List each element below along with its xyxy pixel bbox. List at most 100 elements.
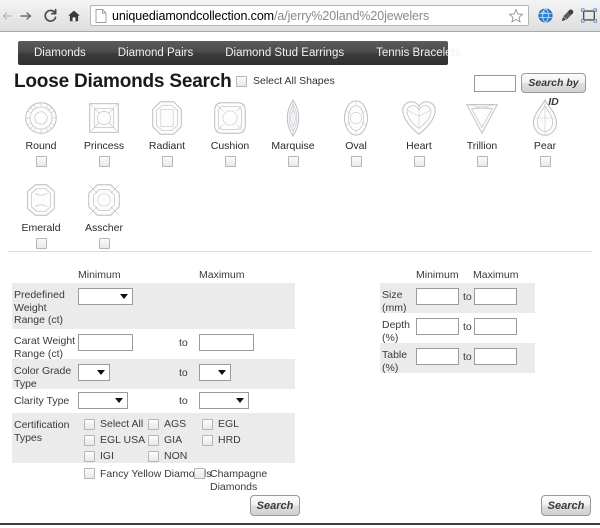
cert-label-egl: EGL	[218, 418, 240, 430]
select-color-grade-max[interactable]	[199, 364, 231, 381]
cert-option-select-all[interactable]: Select All	[84, 418, 143, 430]
cert-option-gia[interactable]: GIA	[148, 434, 182, 446]
control-carat-weight: to	[78, 329, 295, 359]
select-clarity-min[interactable]	[78, 392, 128, 409]
cert-option-hrd[interactable]: HRD	[202, 434, 241, 446]
shape-checkbox-asscher[interactable]	[98, 238, 110, 249]
cert-label-egl-usa: EGL USA	[100, 434, 146, 446]
input-table-min[interactable]	[416, 348, 459, 365]
shape-cell-emerald[interactable]: Emerald	[12, 179, 70, 249]
shape-cell-pear[interactable]: Pear	[516, 97, 574, 167]
select-clarity-max[interactable]	[199, 392, 249, 409]
cert-checkbox-gia[interactable]	[148, 434, 159, 446]
shape-checkbox-heart[interactable]	[413, 156, 425, 167]
home-button[interactable]	[62, 3, 86, 29]
shape-cell-asscher[interactable]: Asscher	[75, 179, 133, 249]
label-color-grade: Color Grade Type	[14, 365, 72, 390]
shape-cell-oval[interactable]: Oval	[327, 97, 385, 167]
row-predefined-weight: Predefined Weight Range (ct)	[12, 283, 295, 329]
shape-label-marquise: Marquise	[271, 140, 315, 152]
shape-checkbox-emerald[interactable]	[35, 238, 47, 249]
right-filter-panel: Minimum Maximum Size (mm) to Depth (%) t…	[380, 269, 535, 374]
cert-checkbox-egl-usa[interactable]	[84, 434, 95, 446]
shape-checkbox-marquise[interactable]	[287, 156, 299, 167]
shape-checkbox-cushion[interactable]	[224, 156, 236, 167]
select-predefined-weight-min[interactable]	[78, 288, 133, 305]
shape-selector-grid: Round Princess Radiant Cushion Marquise …	[12, 97, 588, 249]
cert-option-igi[interactable]: IGI	[84, 450, 114, 462]
cert-label-ags: AGS	[164, 418, 187, 430]
diamond-heart-icon	[402, 101, 436, 135]
shape-checkbox-radiant[interactable]	[161, 156, 173, 167]
shape-cell-trillion[interactable]: Trillion	[453, 97, 511, 167]
screen-capture-button[interactable]	[578, 3, 600, 29]
reload-button[interactable]	[38, 3, 62, 29]
shape-cell-cushion[interactable]: Cushion	[201, 97, 259, 167]
input-carat-weight-min[interactable]	[78, 334, 133, 351]
cert-checkbox-egl[interactable]	[202, 418, 213, 430]
shape-label-oval: Oval	[345, 140, 367, 152]
select-color-grade-min[interactable]	[78, 364, 110, 381]
to-label-size: to	[463, 291, 472, 303]
control-size-mm: to	[416, 283, 535, 313]
select-all-shapes-checkbox[interactable]	[236, 75, 247, 87]
to-label-depth: to	[463, 321, 472, 333]
shape-checkbox-pear[interactable]	[539, 156, 551, 167]
shape-cell-princess[interactable]: Princess	[75, 97, 133, 167]
nav-item-diamond-pairs[interactable]: Diamond Pairs	[102, 41, 209, 65]
url-path: /a/jerry%20land%20jewelers	[274, 8, 430, 23]
input-carat-weight-max[interactable]	[199, 334, 254, 351]
cert-checkbox-igi[interactable]	[84, 450, 95, 462]
reload-icon	[43, 8, 56, 22]
shape-checkbox-princess[interactable]	[98, 156, 110, 167]
globe-button[interactable]	[534, 3, 556, 29]
forward-button[interactable]	[14, 3, 38, 29]
input-depth-min[interactable]	[416, 318, 459, 335]
nav-item-diamonds[interactable]: Diamonds	[18, 41, 102, 65]
input-depth-max[interactable]	[474, 318, 517, 335]
search-button-right[interactable]: Search	[541, 495, 591, 516]
shape-cell-radiant[interactable]: Radiant	[138, 97, 196, 167]
search-button-left[interactable]: Search	[250, 495, 300, 516]
input-size-max[interactable]	[474, 288, 517, 305]
select-all-shapes-label: Select All Shapes	[253, 75, 335, 87]
shape-cell-heart[interactable]: Heart	[390, 97, 448, 167]
nav-item-tennis-bracelets[interactable]: Tennis Bracelets	[360, 41, 476, 65]
shape-checkbox-oval[interactable]	[350, 156, 362, 167]
shape-cell-marquise[interactable]: Marquise	[264, 97, 322, 167]
cert-option-non[interactable]: NON	[148, 450, 187, 462]
input-size-min[interactable]	[416, 288, 459, 305]
cert-option-egl[interactable]: EGL	[202, 418, 239, 430]
shape-checkbox-trillion[interactable]	[476, 156, 488, 167]
eyedropper-icon	[561, 9, 573, 21]
page-content: Diamonds Diamond Pairs Diamond Stud Earr…	[0, 33, 600, 528]
eyedropper-button[interactable]	[556, 3, 578, 29]
shape-label-trillion: Trillion	[466, 140, 498, 152]
diamond-cushion-icon	[214, 102, 246, 134]
cert-option-ags[interactable]: AGS	[148, 418, 186, 430]
fancy-checkbox-champagne[interactable]	[194, 468, 205, 479]
fancy-checkbox-yellow[interactable]	[84, 468, 95, 479]
search-by-id-button[interactable]: Search by ID	[521, 73, 586, 108]
label-clarity: Clarity Type	[14, 395, 70, 407]
label-depth-pct: Depth (%)	[382, 319, 411, 344]
nav-item-diamond-stud-earrings[interactable]: Diamond Stud Earrings	[209, 41, 360, 65]
right-col-min-label: Minimum	[416, 269, 459, 281]
back-button[interactable]	[0, 3, 14, 29]
fancy-option-champagne[interactable]: Champagne Diamonds	[194, 468, 269, 493]
shape-cell-round[interactable]: Round	[12, 97, 70, 167]
search-by-id-input[interactable]	[474, 75, 516, 92]
cert-checkbox-non[interactable]	[148, 450, 159, 462]
bookmark-star-icon[interactable]	[508, 8, 524, 24]
fancy-option-yellow[interactable]: Fancy Yellow Diamonds	[84, 468, 211, 481]
shape-checkbox-round[interactable]	[35, 156, 47, 167]
cert-checkbox-hrd[interactable]	[202, 434, 213, 446]
diamond-asscher-icon	[88, 184, 120, 216]
cert-label-select-all: Select All	[100, 418, 144, 430]
url-bar[interactable]: uniquediamondcollection.com/a/jerry%20la…	[90, 5, 529, 26]
cert-option-egl-usa[interactable]: EGL USA	[84, 434, 145, 446]
input-table-max[interactable]	[474, 348, 517, 365]
cert-checkbox-ags[interactable]	[148, 418, 159, 430]
cert-checkbox-select-all[interactable]	[84, 418, 95, 430]
select-all-shapes-control[interactable]: Select All Shapes	[236, 75, 335, 87]
